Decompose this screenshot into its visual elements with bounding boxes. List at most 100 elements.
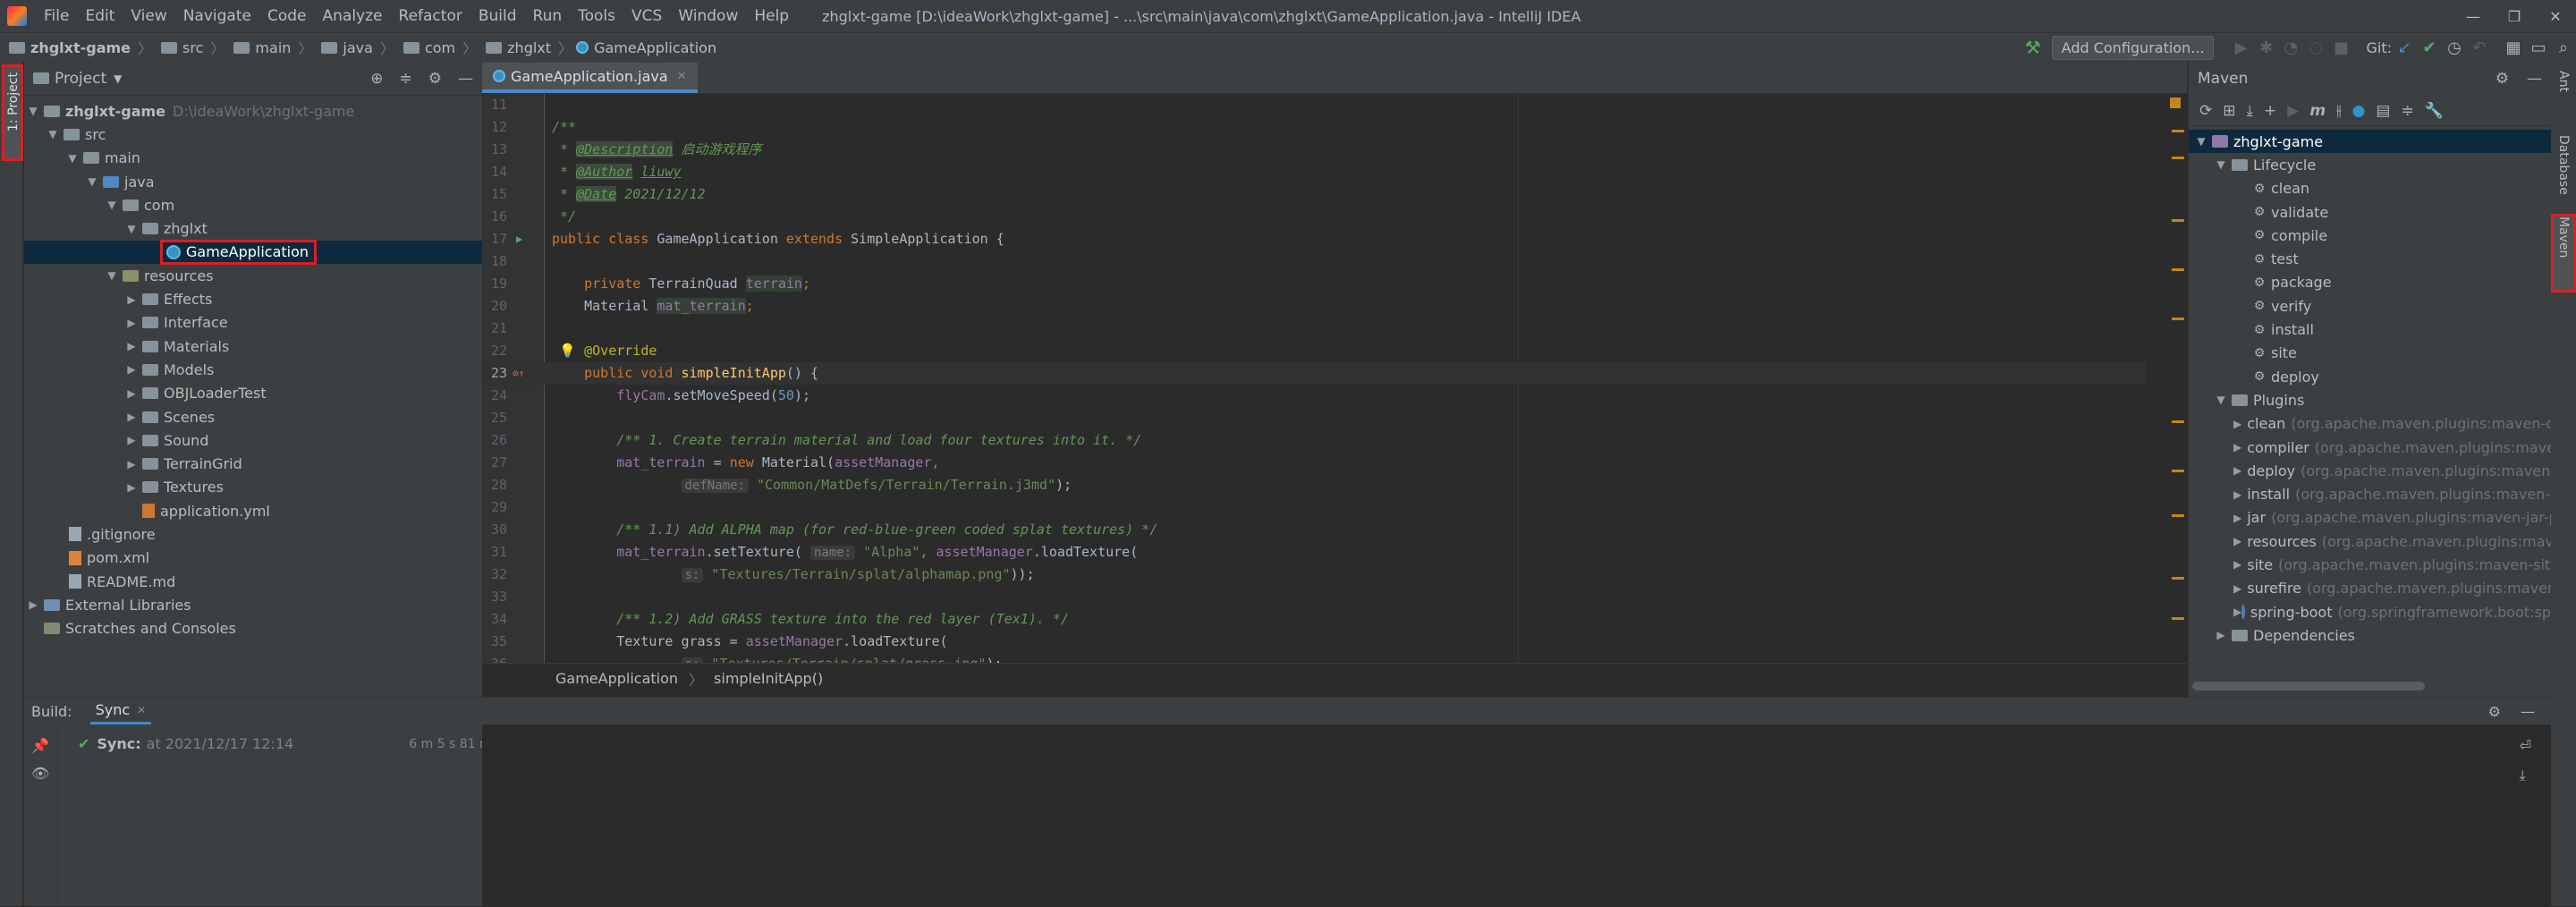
menu-analyze[interactable]: Analyze bbox=[315, 7, 391, 25]
download-icon[interactable]: ⤓ bbox=[2247, 102, 2254, 120]
override-gutter-icon[interactable]: ⊙↑ bbox=[513, 362, 524, 385]
collapse-arrow-icon[interactable]: ▶ bbox=[2233, 418, 2241, 430]
scroll-to-end-icon[interactable]: ⤓ bbox=[2520, 767, 2531, 784]
maven-goal-install[interactable]: ⚙ install bbox=[2189, 318, 2551, 341]
tree-item-application-yml[interactable]: application.yml bbox=[24, 499, 482, 522]
debug-icon[interactable]: ✱ bbox=[2253, 38, 2278, 57]
tree-item-sound[interactable]: ▶ Sound bbox=[24, 428, 482, 452]
coverage-icon[interactable]: ◔ bbox=[2278, 38, 2303, 57]
add-icon[interactable]: + bbox=[2264, 102, 2276, 120]
maven-horizontal-scrollbar[interactable] bbox=[2192, 682, 2425, 691]
git-update-icon[interactable]: ↙ bbox=[2392, 38, 2417, 57]
collapse-arrow-icon[interactable]: ▶ bbox=[124, 387, 139, 400]
collapse-arrow-icon[interactable]: ▶ bbox=[2233, 488, 2241, 501]
expand-arrow-icon[interactable]: ▼ bbox=[2214, 158, 2228, 171]
expand-arrow-icon[interactable]: ▼ bbox=[2194, 135, 2208, 148]
maven-goal-package[interactable]: ⚙ package bbox=[2189, 271, 2551, 294]
tree-item-effects[interactable]: ▶ Effects bbox=[24, 287, 482, 310]
tree-item-src[interactable]: ▼ src bbox=[24, 123, 482, 146]
close-window-button[interactable]: ✕ bbox=[2535, 8, 2576, 25]
tree-item-zhglxt[interactable]: ▼ zhglxt bbox=[24, 216, 482, 240]
collapse-arrow-icon[interactable]: ▶ bbox=[2233, 464, 2241, 477]
tab-sync[interactable]: Sync ✕ bbox=[89, 698, 152, 725]
run-maven-icon[interactable]: ▶ bbox=[2287, 102, 2299, 120]
expand-arrow-icon[interactable]: ▼ bbox=[46, 128, 60, 140]
maven-goal-validate[interactable]: ⚙ validate bbox=[2189, 200, 2551, 224]
expand-arrow-icon[interactable]: ▼ bbox=[124, 223, 139, 235]
tree-item-readme[interactable]: README.md bbox=[24, 570, 482, 593]
editor-tab-gameapplication[interactable]: GameApplication.java ✕ bbox=[482, 63, 698, 93]
maven-settings-wrench-icon[interactable]: 🔧 bbox=[2425, 102, 2444, 120]
collapse-arrow-icon[interactable]: ▶ bbox=[2233, 582, 2241, 595]
settings-gear-icon[interactable]: ⚙ bbox=[2488, 703, 2501, 720]
project-tool-window-tab[interactable]: 1: Project bbox=[2, 64, 23, 161]
expand-arrow-icon[interactable]: ▼ bbox=[2214, 394, 2228, 406]
tree-item-scratches[interactable]: Scratches and Consoles bbox=[24, 617, 482, 640]
maven-goal-test[interactable]: ⚙ test bbox=[2189, 247, 2551, 270]
ant-tool-tab[interactable]: Ant bbox=[2551, 71, 2576, 124]
nav-crumb-com[interactable]: com 〉 bbox=[394, 37, 477, 58]
minimize-button[interactable]: — bbox=[2453, 8, 2494, 25]
menu-code[interactable]: Code bbox=[259, 7, 315, 25]
expand-arrow-icon[interactable]: ▼ bbox=[85, 175, 99, 188]
menu-run[interactable]: Run bbox=[525, 7, 571, 25]
maven-plugin-jar[interactable]: ▶ jar (org.apache.maven.plugins:maven-jar-… bbox=[2189, 506, 2562, 530]
build-hammer-icon[interactable]: ⚒ bbox=[2025, 37, 2041, 58]
nav-crumb-zhglxt[interactable]: zhglxt 〉 bbox=[477, 37, 572, 58]
menu-edit[interactable]: Edit bbox=[77, 7, 123, 25]
collapse-arrow-icon[interactable]: ▶ bbox=[124, 340, 139, 352]
maven-dependencies[interactable]: ▶ Dependencies bbox=[2189, 623, 2551, 647]
maven-tool-tab[interactable]: Maven bbox=[2551, 214, 2576, 292]
menu-vcs[interactable]: VCS bbox=[623, 7, 670, 25]
pin-icon[interactable]: 📌 bbox=[31, 737, 57, 754]
nav-crumb-project[interactable]: zhglxt-game 〉 bbox=[0, 37, 152, 58]
breadcrumb-method[interactable]: simpleInitApp() bbox=[714, 670, 823, 687]
run-icon[interactable]: ▶ bbox=[2228, 38, 2253, 57]
git-commit-icon[interactable]: ✔ bbox=[2417, 38, 2442, 57]
collapse-arrow-icon[interactable]: ▶ bbox=[2233, 535, 2241, 547]
tree-item-terraingrid[interactable]: ▶ TerrainGrid bbox=[24, 452, 482, 475]
tree-item-zhglxt-game[interactable]: ▼ zhglxt-game D:\ideaWork\zhglxt-game bbox=[24, 99, 482, 123]
maven-goal-clean[interactable]: ⚙ clean bbox=[2189, 177, 2551, 200]
collapse-arrow-icon[interactable]: ▶ bbox=[2214, 629, 2228, 641]
breadcrumb-class[interactable]: GameApplication bbox=[555, 670, 678, 687]
git-rollback-icon[interactable]: ↶ bbox=[2467, 38, 2492, 57]
collapse-arrow-icon[interactable]: ▶ bbox=[124, 411, 139, 423]
maven-lifecycle[interactable]: ▼ Lifecycle bbox=[2189, 153, 2551, 176]
nav-crumb-src[interactable]: src 〉 bbox=[152, 37, 225, 58]
project-structure-icon[interactable]: ▦ bbox=[2501, 38, 2526, 57]
eye-icon[interactable]: 👁 bbox=[31, 765, 57, 782]
maven-goal-deploy[interactable]: ⚙ deploy bbox=[2189, 365, 2551, 388]
collapse-arrow-icon[interactable]: ▶ bbox=[124, 363, 139, 376]
search-everywhere-icon[interactable]: ⌕ bbox=[2551, 38, 2576, 57]
tree-item-gameapplication[interactable]: GameApplication bbox=[24, 239, 482, 265]
close-tab-icon[interactable]: ✕ bbox=[677, 70, 687, 83]
project-view-selector[interactable]: Project bbox=[55, 70, 106, 88]
tree-item-com[interactable]: ▼ com bbox=[24, 193, 482, 216]
collapse-arrow-icon[interactable]: ▶ bbox=[124, 434, 139, 446]
collapse-arrow-icon[interactable]: ▶ bbox=[2233, 441, 2241, 454]
presentation-icon[interactable]: ▭ bbox=[2526, 38, 2551, 57]
nav-crumb-gameapplication[interactable]: GameApplication bbox=[572, 39, 716, 56]
menu-refactor[interactable]: Refactor bbox=[391, 7, 470, 25]
close-tab-icon[interactable]: ✕ bbox=[137, 704, 146, 716]
tree-item-main[interactable]: ▼ main bbox=[24, 147, 482, 170]
stop-icon[interactable]: ■ bbox=[2328, 38, 2353, 57]
settings-gear-icon[interactable]: ⚙ bbox=[428, 70, 442, 88]
maven-plugin-surefire[interactable]: ▶ surefire (org.apache.maven.plugins:maven… bbox=[2189, 577, 2562, 600]
hide-panel-icon[interactable]: — bbox=[2527, 70, 2542, 88]
tree-item-external-libraries[interactable]: ▶ External Libraries bbox=[24, 593, 482, 616]
maven-plugin-spring-boot[interactable]: ▶ spring-boot (org.springframework.boot:sp bbox=[2189, 600, 2551, 623]
nav-crumb-java[interactable]: java 〉 bbox=[312, 37, 394, 58]
build-output-area[interactable]: ⏎ ⤓ bbox=[482, 725, 2551, 907]
menu-build[interactable]: Build bbox=[470, 7, 525, 25]
maven-project-zhglxt-game[interactable]: ▼ zhglxt-game bbox=[2189, 130, 2551, 154]
menu-view[interactable]: View bbox=[123, 7, 174, 25]
maven-goal-verify[interactable]: ⚙ verify bbox=[2189, 294, 2551, 318]
reload-icon[interactable]: ⟳ bbox=[2199, 102, 2212, 120]
run-gutter-icon[interactable]: ▶ bbox=[516, 228, 522, 250]
tree-item-textures[interactable]: ▶ Textures bbox=[24, 476, 482, 499]
maven-plugin-deploy[interactable]: ▶ deploy (org.apache.maven.plugins:maven-d bbox=[2189, 459, 2564, 482]
add-configuration-button[interactable]: Add Configuration... bbox=[2051, 35, 2215, 60]
collapse-arrow-icon[interactable]: ▶ bbox=[124, 481, 139, 494]
